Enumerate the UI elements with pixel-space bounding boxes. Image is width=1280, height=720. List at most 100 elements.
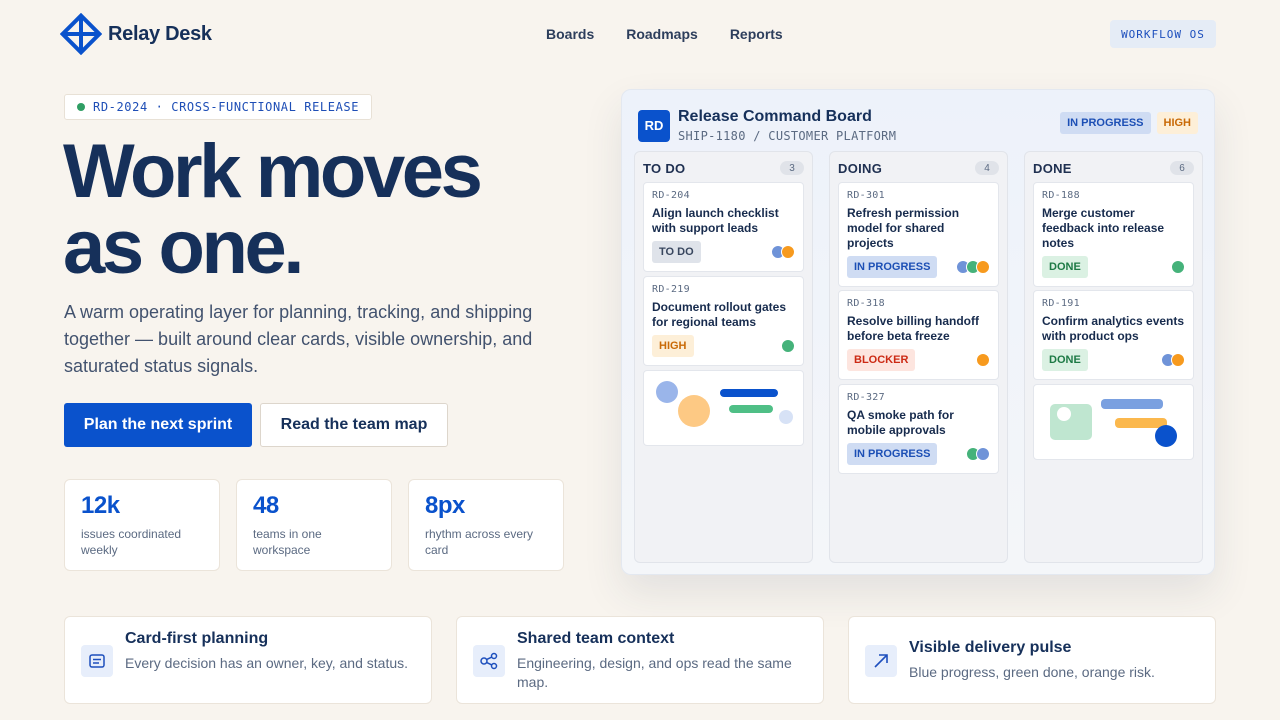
issue-card[interactable]: RD-219 Document rollout gates for region…	[643, 276, 804, 366]
plan-sprint-button[interactable]: Plan the next sprint	[64, 403, 252, 447]
assignees	[956, 260, 990, 274]
feature-card-pulse: Visible delivery pulse Blue progress, gr…	[848, 616, 1216, 704]
nav-link-roadmaps[interactable]: Roadmaps	[626, 26, 698, 42]
hero-title: Work moves as one.	[63, 134, 583, 286]
stat-value: 8px	[425, 492, 465, 519]
issue-card[interactable]: RD-301 Refresh permission model for shar…	[838, 182, 999, 287]
column-todo: TO DO 3 RD-204 Align launch checklist wi…	[634, 151, 813, 563]
release-eyebrow: RD-2024 · CROSS-FUNCTIONAL RELEASE	[64, 94, 373, 120]
stat-label: teams in one workspace	[253, 527, 322, 557]
blocker-badge: BLOCKER	[847, 349, 916, 371]
avatar	[976, 353, 990, 367]
column-done: DONE 6 RD-188 Merge customer feedback in…	[1024, 151, 1203, 563]
feature-description: Every decision has an owner, key, and st…	[125, 655, 409, 671]
issue-title: Align launch checklist with support lead…	[652, 206, 779, 235]
board-header: RD Release Command Board SHIP-1180 / CUS…	[638, 108, 896, 143]
feature-description: Blue progress, green done, orange risk.	[909, 664, 1155, 680]
avatar	[781, 339, 795, 353]
status-badge-in-progress: IN PROGRESS	[1060, 112, 1151, 134]
avatar	[781, 245, 795, 259]
avatar	[1171, 260, 1185, 274]
read-team-map-button[interactable]: Read the team map	[260, 403, 448, 447]
column-title: DOING	[838, 160, 883, 176]
nav-link-boards[interactable]: Boards	[546, 26, 594, 42]
issue-card[interactable]: RD-188 Merge customer feedback into rele…	[1033, 182, 1194, 287]
placeholder-illustration-icon	[656, 381, 793, 427]
stat-card-issues: 12k issues coordinated weekly	[64, 479, 220, 571]
status-badge: IN PROGRESS	[847, 443, 938, 465]
assignees	[771, 245, 795, 259]
issue-title: Document rollout gates for regional team…	[652, 300, 787, 329]
assignees	[966, 447, 990, 461]
status-dot-icon	[77, 103, 85, 111]
assignees	[1171, 260, 1185, 274]
issue-title: QA smoke path for mobile approvals	[847, 408, 954, 437]
issue-title: Merge customer feedback into release not…	[1042, 206, 1165, 250]
column-count: 3	[780, 161, 804, 175]
nav-link-reports[interactable]: Reports	[730, 26, 783, 42]
workflow-os-badge[interactable]: WORKFLOW OS	[1110, 20, 1216, 48]
feature-card-context: Shared team context Engineering, design,…	[456, 616, 824, 704]
assignees	[976, 353, 990, 367]
stat-card-teams: 48 teams in one workspace	[236, 479, 392, 571]
feature-title: Visible delivery pulse	[909, 639, 1072, 656]
column-title: DONE	[1033, 160, 1072, 176]
release-command-board: RD Release Command Board SHIP-1180 / CUS…	[621, 89, 1215, 575]
document-icon	[81, 645, 113, 677]
stat-value: 12k	[81, 492, 120, 519]
issue-card[interactable]: RD-327 QA smoke path for mobile approval…	[838, 384, 999, 474]
column-doing: DOING 4 RD-301 Refresh permission model …	[829, 151, 1008, 563]
hero-title-line-1: Work moves	[63, 129, 483, 214]
issue-card[interactable]: RD-318 Resolve billing handoff before be…	[838, 290, 999, 380]
board-tags: IN PROGRESS HIGH	[1060, 112, 1198, 134]
eyebrow-text: RD-2024 · CROSS-FUNCTIONAL RELEASE	[93, 100, 360, 114]
issue-key: RD-301	[847, 190, 885, 201]
board-avatar: RD	[638, 109, 670, 142]
feature-card-planning: Card-first planning Every decision has a…	[64, 616, 432, 704]
issue-card[interactable]: RD-204 Align launch checklist with suppo…	[643, 182, 804, 272]
issue-title: Refresh permission model for shared proj…	[847, 206, 960, 250]
board-title: Release Command Board	[678, 108, 872, 125]
share-icon	[473, 645, 505, 677]
priority-badge: HIGH	[652, 335, 694, 357]
hero-title-line-2: as one.	[63, 205, 304, 290]
board-subtitle: SHIP-1180 / CUSTOMER PLATFORM	[678, 129, 897, 143]
stat-card-rhythm: 8px rhythm across every card	[408, 479, 564, 571]
status-badge: DONE	[1042, 349, 1088, 371]
placeholder-illustration-icon	[1050, 399, 1177, 447]
avatar	[976, 260, 990, 274]
placeholder-card	[643, 370, 804, 446]
column-count: 6	[1170, 161, 1194, 175]
placeholder-card	[1033, 384, 1194, 460]
column-title: TO DO	[643, 160, 686, 176]
feature-description: Engineering, design, and ops read the sa…	[517, 655, 792, 690]
issue-key: RD-188	[1042, 190, 1080, 201]
issue-card[interactable]: RD-191 Confirm analytics events with pro…	[1033, 290, 1194, 380]
feature-title: Shared team context	[517, 630, 675, 647]
arrow-up-right-icon	[865, 645, 897, 677]
stat-label: rhythm across every card	[425, 527, 534, 557]
issue-title: Confirm analytics events with product op…	[1042, 314, 1185, 343]
brand-name: Relay Desk	[108, 22, 212, 45]
status-badge: DONE	[1042, 256, 1088, 278]
issue-key: RD-204	[652, 190, 690, 201]
status-badge: IN PROGRESS	[847, 256, 938, 278]
issue-key: RD-327	[847, 392, 885, 403]
logo-mark-icon	[60, 13, 102, 55]
avatar	[976, 447, 990, 461]
assignees	[781, 339, 795, 353]
priority-badge-high: HIGH	[1156, 112, 1198, 134]
issue-key: RD-191	[1042, 298, 1080, 309]
stat-label: issues coordinated weekly	[81, 527, 182, 557]
issue-title: Resolve billing handoff before beta free…	[847, 314, 980, 343]
brand-logo[interactable]: Relay Desk	[60, 13, 212, 55]
status-badge: TO DO	[652, 241, 701, 263]
feature-title: Card-first planning	[125, 630, 269, 647]
column-count: 4	[975, 161, 999, 175]
stat-value: 48	[253, 492, 279, 519]
avatar	[1171, 353, 1185, 367]
issue-key: RD-219	[652, 284, 690, 295]
main-nav: Boards Roadmaps Reports	[546, 26, 783, 42]
assignees	[1161, 353, 1185, 367]
hero-description: A warm operating layer for planning, tra…	[64, 302, 533, 376]
